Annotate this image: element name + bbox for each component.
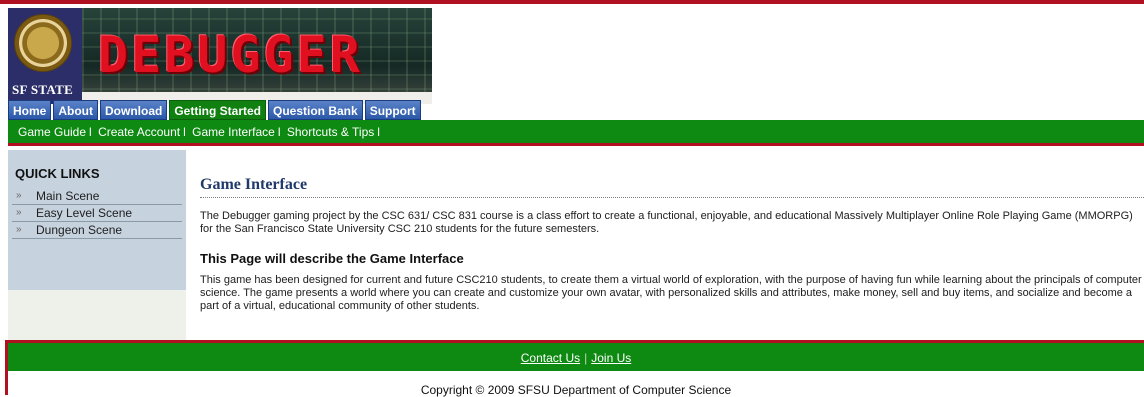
- main-nav: Home About Download Getting Started Ques…: [8, 100, 421, 120]
- subnav-game-interface[interactable]: Game Interface: [192, 125, 275, 139]
- title-divider: [200, 197, 1144, 198]
- footer-contact-us-link[interactable]: Contact Us: [521, 351, 580, 365]
- footer-join-us-link[interactable]: Join Us: [591, 351, 631, 365]
- quick-link-label: Main Scene: [36, 189, 100, 203]
- page-title: Game Interface: [200, 176, 308, 193]
- footer-left-border: [0, 340, 8, 395]
- banner: SF STATE DEBUGGER: [8, 8, 432, 104]
- footer-bar: Contact Us | Join Us: [8, 340, 1144, 371]
- body-paragraph: This game has been designed for current …: [200, 274, 1142, 312]
- quick-link-dungeon-scene[interactable]: » Dungeon Scene: [12, 222, 182, 239]
- subnav-separator: l: [89, 125, 92, 139]
- tab-download[interactable]: Download: [100, 100, 168, 120]
- double-arrow-icon: »: [16, 207, 22, 218]
- subnav-separator: l: [183, 125, 186, 139]
- quick-links-list: » Main Scene » Easy Level Scene » Dungeo…: [12, 188, 182, 239]
- subnav-create-account[interactable]: Create Account: [98, 125, 180, 139]
- quick-link-label: Easy Level Scene: [36, 206, 133, 220]
- tab-question-bank[interactable]: Question Bank: [268, 100, 363, 120]
- university-seal-icon: [14, 14, 72, 72]
- quick-link-main-scene[interactable]: » Main Scene: [12, 188, 182, 205]
- double-arrow-icon: »: [16, 224, 22, 235]
- sidebar: QUICK LINKS » Main Scene » Easy Level Sc…: [8, 150, 186, 340]
- quick-links-title: QUICK LINKS: [15, 166, 100, 181]
- footer-links: Contact Us | Join Us: [8, 351, 1144, 365]
- tab-support[interactable]: Support: [364, 100, 421, 120]
- site-logo[interactable]: DEBUGGER: [98, 26, 363, 84]
- university-label: SF STATE: [12, 82, 74, 97]
- double-arrow-icon: »: [16, 190, 22, 201]
- quick-link-easy-level-scene[interactable]: » Easy Level Scene: [12, 205, 182, 222]
- main-content: Game Interface The Debugger gaming proje…: [186, 150, 1144, 340]
- footer-separator: |: [584, 351, 588, 365]
- subnav-separator: l: [277, 125, 281, 139]
- footer-bottom: Copyright © 2009 SFSU Department of Comp…: [8, 371, 1144, 397]
- intro-paragraph: The Debugger gaming project by the CSC 6…: [200, 210, 1133, 235]
- section-heading: This Page will describe the Game Interfa…: [200, 251, 464, 266]
- tab-about[interactable]: About: [53, 100, 98, 120]
- sidebar-bottom: [8, 290, 186, 340]
- tab-home[interactable]: Home: [8, 100, 52, 120]
- sub-nav: Game Guide l Create Account l Game Interfa…: [8, 120, 1144, 146]
- subnav-separator: l: [377, 125, 380, 139]
- quick-link-label: Dungeon Scene: [36, 223, 123, 237]
- university-seal-box: SF STATE: [8, 8, 82, 104]
- subnav-game-guide[interactable]: Game Guide: [18, 125, 86, 139]
- tab-getting-started[interactable]: Getting Started: [169, 100, 266, 120]
- subnav-shortcuts-tips[interactable]: Shortcuts & Tips: [287, 125, 374, 139]
